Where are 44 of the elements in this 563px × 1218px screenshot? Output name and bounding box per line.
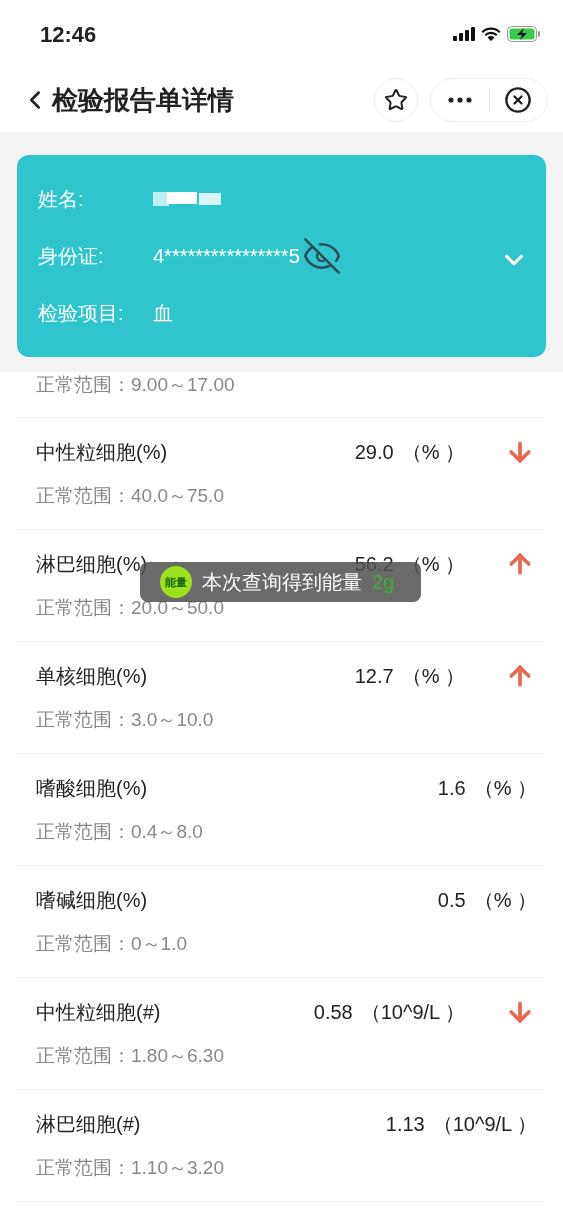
normal-range: 正常范围：9.00～17.00	[36, 373, 236, 397]
field-label: 检验项目:	[38, 301, 125, 326]
normal-range: 正常范围：0.4～8.0	[36, 820, 204, 844]
result-unit: （% ）	[401, 442, 465, 462]
normal-range: 正常范围：0～1.0	[36, 932, 188, 956]
signal-icon	[453, 27, 475, 41]
test-item-value: 血	[153, 301, 173, 326]
close-icon	[504, 86, 533, 114]
battery-charging-icon	[507, 26, 541, 42]
test-name: 单核细胞(%)	[36, 666, 148, 686]
result-value: 29.0	[354, 442, 394, 462]
field-label: 身份证:	[38, 244, 105, 269]
eye-off-icon[interactable]	[301, 236, 342, 276]
status-time: 12:46	[40, 20, 97, 49]
star-icon	[384, 88, 408, 112]
result-unit: （% ）	[473, 778, 537, 798]
test-name: 嗜碱细胞(%)	[36, 890, 148, 910]
result-unit: （10^9/L ）	[360, 1002, 465, 1022]
toast-message: 本次查询得到能量	[202, 573, 362, 591]
energy-badge: 能量	[160, 566, 192, 598]
result-unit: （10^9/L ）	[432, 1114, 537, 1134]
field-label: 姓名:	[38, 187, 85, 212]
normal-range: 正常范围：20.0～50.0	[36, 596, 225, 620]
page-title: 检验报告单详情	[52, 83, 235, 117]
energy-amount: 2g	[372, 573, 395, 591]
result-value: 0.58	[313, 1002, 353, 1022]
id-number: 4****************5	[153, 244, 300, 269]
more-icon	[447, 97, 472, 103]
test-name: 中性粒细胞(%)	[36, 442, 168, 462]
result-value: 1.6	[437, 778, 466, 798]
test-name: 中性粒细胞(#)	[36, 1002, 161, 1022]
test-name: 淋巴细胞(%)	[36, 554, 148, 574]
result-value: 1.13	[385, 1114, 425, 1134]
result-unit: （% ）	[401, 666, 465, 686]
result-value: 12.7	[354, 666, 394, 686]
normal-range: 正常范围：1.10～3.20	[36, 1156, 225, 1180]
result-value: 0.5	[437, 890, 466, 910]
test-name: 嗜酸细胞(%)	[36, 778, 148, 798]
normal-range: 正常范围：40.0～75.0	[36, 484, 225, 508]
wifi-icon	[481, 27, 501, 41]
test-name: 淋巴细胞(#)	[36, 1114, 141, 1134]
normal-range: 正常范围：1.80～6.30	[36, 1044, 225, 1068]
normal-range: 正常范围：3.0～10.0	[36, 708, 215, 732]
result-unit: （% ）	[473, 890, 537, 910]
